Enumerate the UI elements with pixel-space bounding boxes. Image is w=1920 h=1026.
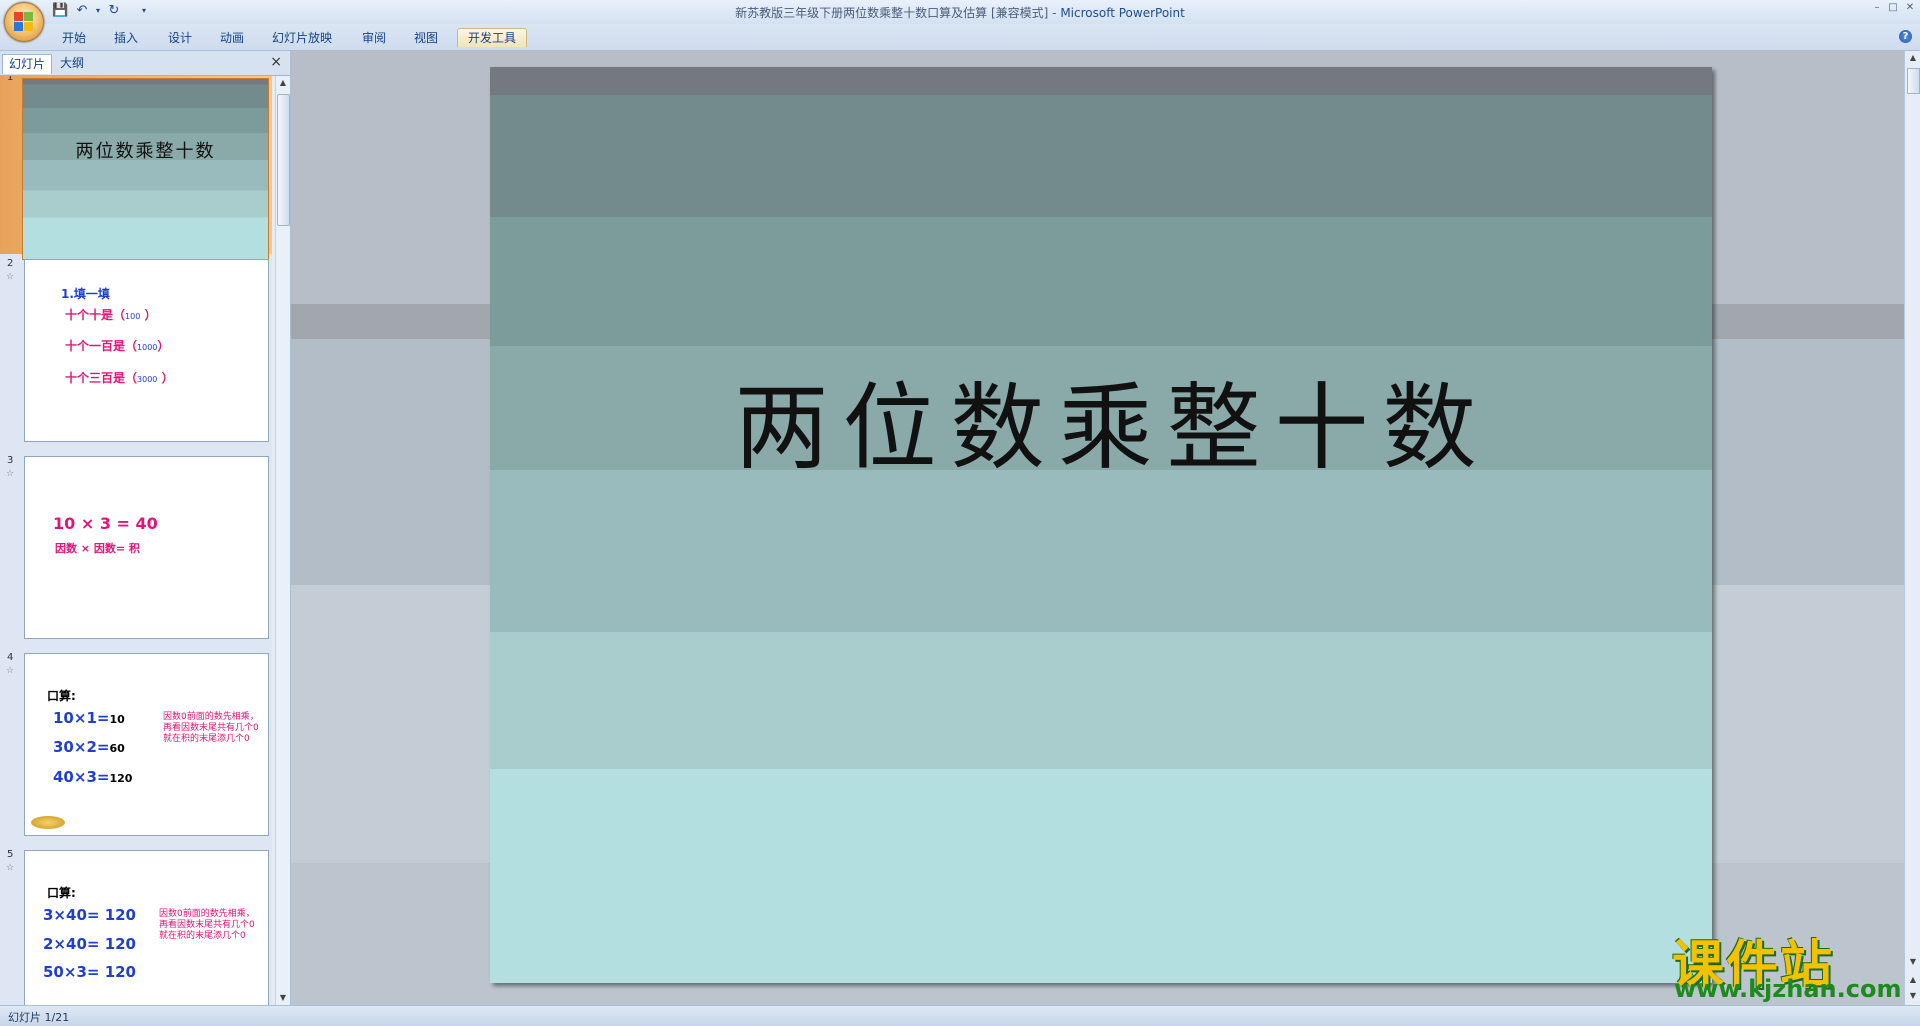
scroll-up-icon[interactable]: ▲ bbox=[1906, 51, 1920, 65]
scrollbar-thumb[interactable] bbox=[277, 94, 290, 226]
animation-star-icon: ☆ bbox=[6, 666, 15, 676]
slide-thumbnail-list: 1 两位数乘整十数 2 ☆ 1.填一填 十个十是（100 ） 十个一百是（100… bbox=[0, 76, 272, 1005]
tab-outline[interactable]: 大纲 bbox=[54, 54, 90, 73]
slide-thumbnail-2[interactable]: 2 ☆ 1.填一填 十个十是（100 ） 十个一百是（1000） 十个三百是（3… bbox=[0, 254, 272, 442]
action-button-icon bbox=[31, 816, 65, 829]
animation-star-icon: ☆ bbox=[6, 272, 15, 282]
slide-number: 1 bbox=[7, 76, 14, 83]
rule-note: 因数0前面的数先相乘，再看因数末尾共有几个0就在积的末尾添几个0 bbox=[159, 909, 255, 941]
close-window-icon[interactable]: ✕ bbox=[1903, 2, 1917, 14]
scroll-down-icon[interactable]: ▼ bbox=[276, 991, 290, 1005]
slide-heading: 1.填一填 bbox=[61, 287, 110, 301]
tab-animation[interactable]: 动画 bbox=[220, 29, 244, 47]
help-icon[interactable]: ? bbox=[1899, 30, 1912, 43]
tab-design[interactable]: 设计 bbox=[168, 29, 192, 47]
watermark-logo: 课件站 www.kjzhan.com bbox=[1672, 923, 1907, 1003]
watermark-url: www.kjzhan.com bbox=[1674, 975, 1902, 1003]
tab-home[interactable]: 开始 bbox=[62, 29, 86, 47]
animation-star-icon: ☆ bbox=[6, 863, 15, 873]
slide-preview: 10 × 3 = 40 因数 × 因数= 积 bbox=[24, 456, 269, 639]
window-title: 新苏教版三年级下册两位数乘整十数口算及估算 [兼容模式] - Microsoft… bbox=[735, 6, 1185, 20]
thumbnail-scrollbar[interactable]: ▲ ▼ bbox=[275, 76, 290, 1005]
equation-text: 10 × 3 = 40 bbox=[53, 514, 158, 533]
maximize-icon[interactable]: □ bbox=[1886, 2, 1900, 14]
tab-view[interactable]: 视图 bbox=[414, 29, 438, 47]
title-bar: 💾 ↶ ▾ ↻ ▾ 新苏教版三年级下册两位数乘整十数口算及估算 [兼容模式] -… bbox=[0, 0, 1920, 42]
slide-number: 5 bbox=[7, 849, 14, 860]
fill-line: 十个三百是（3000 ） bbox=[65, 371, 174, 385]
next-slide-icon[interactable]: ▼ bbox=[1906, 989, 1920, 1003]
calc-row: 2×40= 120 bbox=[43, 935, 136, 953]
slide-title[interactable]: 两位数乘整十数 bbox=[490, 352, 1712, 488]
tab-insert[interactable]: 插入 bbox=[114, 29, 138, 47]
fill-line: 十个十是（100 ） bbox=[65, 308, 157, 322]
fill-line: 十个一百是（1000） bbox=[65, 339, 170, 353]
slide-title-preview: 两位数乘整十数 bbox=[75, 141, 216, 162]
tab-review[interactable]: 审阅 bbox=[362, 29, 386, 47]
slide-thumbnail-4[interactable]: 4 ☆ 口算: 10×1=10 30×2=60 40×3=120 因数0前面的数… bbox=[0, 648, 272, 836]
status-bar: 幻灯片 1/21 bbox=[0, 1005, 1920, 1026]
equation-caption: 因数 × 因数= 积 bbox=[55, 542, 140, 555]
slide-preview: 两位数乘整十数 bbox=[22, 78, 269, 260]
calc-row: 40×3=120 bbox=[53, 768, 133, 786]
calc-row: 10×1=10 bbox=[53, 709, 125, 727]
slides-panel: 幻灯片 大纲 × 1 两位数乘整十数 2 ☆ 1.填一填 十个十是（100 ） … bbox=[0, 51, 291, 1005]
slide-editing-area: 两位数乘整十数 bbox=[291, 51, 1904, 1005]
slide-number: 2 bbox=[7, 258, 14, 269]
slide-counter: 幻灯片 1/21 bbox=[8, 1011, 70, 1024]
slide-preview: 1.填一填 十个十是（100 ） 十个一百是（1000） 十个三百是（3000 … bbox=[24, 259, 269, 442]
minimize-icon[interactable]: – bbox=[1870, 2, 1884, 14]
previous-slide-icon[interactable]: ▲ bbox=[1906, 973, 1920, 987]
animation-star-icon: ☆ bbox=[6, 469, 15, 479]
slide-scrollbar[interactable]: ▲ ▼ ▲ ▼ bbox=[1904, 51, 1920, 1005]
ribbon-tabs: 开始 插入 设计 动画 幻灯片放映 审阅 视图 开发工具 ? bbox=[0, 24, 1920, 51]
calc-row: 3×40= 120 bbox=[43, 906, 136, 924]
scroll-down-icon[interactable]: ▼ bbox=[1906, 955, 1920, 969]
rule-note: 因数0前面的数先相乘，再看因数末尾共有几个0就在积的末尾添几个0 bbox=[163, 712, 259, 744]
close-icon[interactable]: × bbox=[270, 54, 282, 70]
tab-slideshow[interactable]: 幻灯片放映 bbox=[272, 29, 332, 47]
current-slide[interactable]: 两位数乘整十数 bbox=[490, 67, 1712, 983]
slide-heading: 口算: bbox=[47, 886, 76, 900]
slide-preview: 口算: 10×1=10 30×2=60 40×3=120 因数0前面的数先相乘，… bbox=[24, 653, 269, 836]
panel-tabs: 幻灯片 大纲 × bbox=[0, 51, 290, 76]
scroll-up-icon[interactable]: ▲ bbox=[276, 76, 290, 90]
office-button[interactable] bbox=[4, 2, 44, 42]
calc-row: 30×2=60 bbox=[53, 738, 125, 756]
tab-slides[interactable]: 幻灯片 bbox=[2, 54, 53, 74]
calc-row: 50×3= 120 bbox=[43, 963, 136, 981]
slide-number: 3 bbox=[7, 455, 14, 466]
slide-preview: 口算: 3×40= 120 2×40= 120 50×3= 120 因数0前面的… bbox=[24, 850, 269, 1005]
slide-thumbnail-3[interactable]: 3 ☆ 10 × 3 = 40 因数 × 因数= 积 bbox=[0, 451, 272, 639]
tab-developer[interactable]: 开发工具 bbox=[457, 28, 528, 47]
slide-number: 4 bbox=[7, 652, 14, 663]
office-logo-icon bbox=[14, 12, 34, 32]
scrollbar-thumb[interactable] bbox=[1907, 68, 1920, 94]
slide-heading: 口算: bbox=[47, 689, 76, 703]
slide-thumbnail-5[interactable]: 5 ☆ 口算: 3×40= 120 2×40= 120 50×3= 120 因数… bbox=[0, 845, 272, 1005]
slide-thumbnail-1[interactable]: 1 两位数乘整十数 bbox=[0, 76, 272, 260]
